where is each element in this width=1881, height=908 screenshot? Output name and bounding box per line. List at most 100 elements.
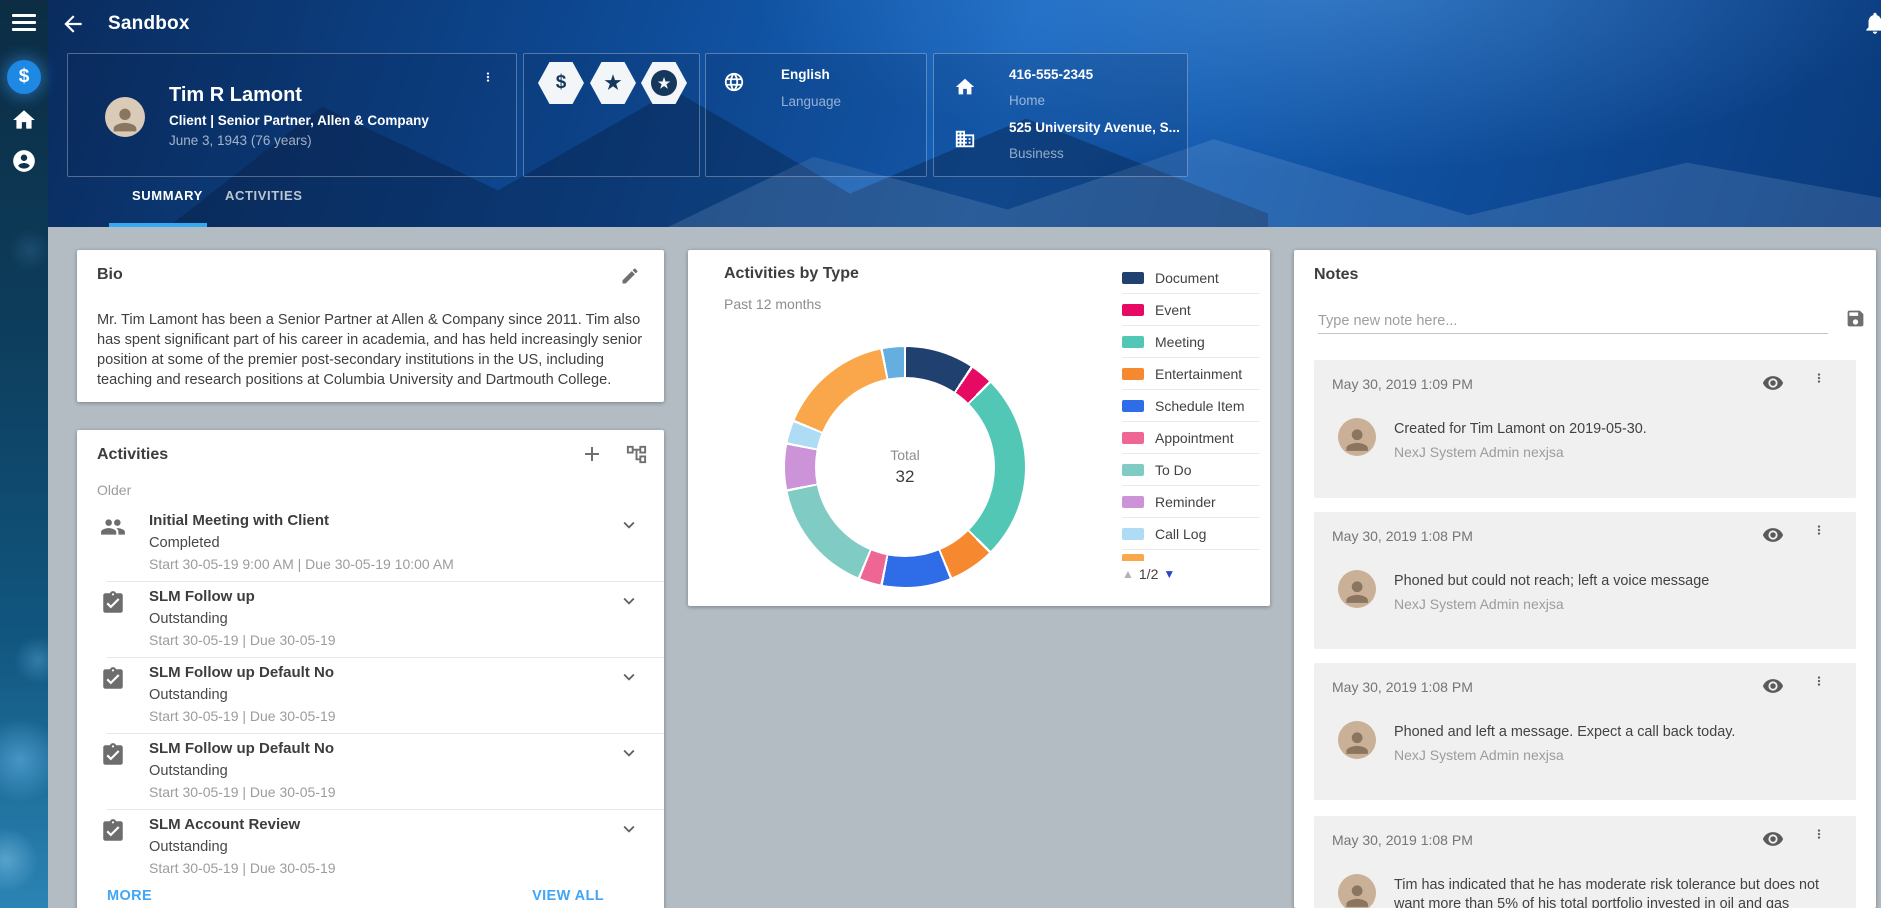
activity-title: SLM Follow up [149,588,255,605]
legend-page-down-icon[interactable]: ▼ [1163,567,1175,581]
save-note-icon[interactable] [1845,308,1866,329]
legend-item[interactable]: Event [1122,294,1260,326]
finance-nav-icon[interactable]: $ [7,60,41,94]
tab-activities[interactable]: ACTIVITIES [225,188,303,203]
note-author-avatar [1338,721,1376,759]
task-icon [100,742,126,768]
legend-item[interactable]: Document [1122,262,1260,294]
chevron-down-icon[interactable] [618,514,640,536]
legend-label: Appointment [1155,430,1234,446]
home-icon [954,76,976,98]
bio-card: Bio Mr. Tim Lamont has been a Senior Par… [77,250,664,402]
note-author: NexJ System Admin nexjsa [1394,444,1564,460]
donut-total-label: Total [890,447,920,463]
note-item: May 30, 2019 1:08 PM Tim has indicated t… [1314,816,1856,908]
note-kebab-menu-icon[interactable] [1812,371,1826,393]
legend-swatch [1122,528,1144,540]
address-value[interactable]: 525 University Avenue, S... [1009,120,1180,135]
visibility-eye-icon[interactable] [1762,675,1784,697]
notifications-bell-icon[interactable] [1862,10,1881,36]
hierarchy-tree-icon[interactable] [625,443,648,466]
phone-label: Home [1009,93,1045,108]
legend-label: Document [1155,270,1219,286]
note-author-avatar [1338,570,1376,608]
header-banner: Sandbox Tim R Lamont Client | Senior Par… [48,0,1881,227]
activity-row[interactable]: SLM Follow up Default No Outstanding Sta… [77,658,664,734]
more-button[interactable]: MORE [107,888,152,904]
activities-title: Activities [97,446,168,464]
legend-label: Schedule Item [1155,398,1245,414]
activity-title: SLM Follow up Default No [149,740,334,757]
note-timestamp: May 30, 2019 1:08 PM [1332,528,1473,544]
chevron-down-icon[interactable] [618,666,640,688]
note-author: NexJ System Admin nexjsa [1394,747,1564,763]
note-timestamp: May 30, 2019 1:09 PM [1332,376,1473,392]
new-note-input[interactable] [1318,308,1828,334]
note-author: NexJ System Admin nexjsa [1394,596,1564,612]
activity-status: Outstanding [149,763,228,779]
address-label: Business [1009,146,1064,161]
back-arrow-icon[interactable] [60,11,86,37]
chart-title: Activities by Type [724,265,859,283]
legend-item[interactable]: Meeting [1122,326,1260,358]
activity-title: SLM Follow up Default No [149,664,334,681]
legend-item[interactable]: Schedule Item [1122,390,1260,422]
activity-row[interactable]: SLM Follow up Outstanding Start 30-05-19… [77,582,664,658]
activity-row[interactable]: SLM Account Review Outstanding Start 30-… [77,810,664,886]
note-text: Phoned but could not reach; left a voice… [1394,572,1824,591]
note-kebab-menu-icon[interactable] [1812,523,1826,545]
donut-center: Total 32 [815,377,995,557]
activity-meta: Start 30-05-19 | Due 30-05-19 [149,708,336,724]
language-card: English Language [705,53,927,177]
legend-swatch [1122,368,1144,380]
seal-star-badge-icon[interactable]: ★ [641,62,687,104]
language-label: Language [781,94,841,109]
legend-label: Reminder [1155,494,1216,510]
contact-name: Tim R Lamont [169,84,302,107]
legend-item[interactable]: Appointment [1122,422,1260,454]
legend-page-indicator: 1/2 [1139,566,1158,582]
activity-row[interactable]: SLM Follow up Default No Outstanding Sta… [77,734,664,810]
bio-title: Bio [97,266,123,284]
legend-item[interactable]: Call Log [1122,518,1260,550]
edit-pencil-icon[interactable] [620,266,640,286]
activity-row[interactable]: Initial Meeting with Client Completed St… [77,506,664,582]
dollar-badge-icon[interactable]: $ [538,62,584,104]
note-kebab-menu-icon[interactable] [1812,827,1826,849]
chevron-down-icon[interactable] [618,742,640,764]
legend-page-up-icon[interactable]: ▲ [1122,567,1134,581]
legend-item[interactable]: Reminder [1122,486,1260,518]
menu-icon[interactable] [12,14,36,34]
home-nav-icon[interactable] [11,107,37,133]
bio-text: Mr. Tim Lamont has been a Senior Partner… [97,310,649,390]
chart-subtitle: Past 12 months [724,296,821,312]
star-badge-icon[interactable]: ★ [590,62,636,104]
left-nav-rail: $ [0,0,48,908]
visibility-eye-icon[interactable] [1762,372,1784,394]
activity-meta: Start 30-05-19 | Due 30-05-19 [149,860,336,876]
legend-item[interactable]: To Do [1122,454,1260,486]
activity-meta: Start 30-05-19 | Due 30-05-19 [149,784,336,800]
chevron-down-icon[interactable] [618,818,640,840]
visibility-eye-icon[interactable] [1762,828,1784,850]
note-timestamp: May 30, 2019 1:08 PM [1332,832,1473,848]
visibility-eye-icon[interactable] [1762,524,1784,546]
phone-number[interactable]: 416-555-2345 [1009,67,1093,82]
legend-item-clipped [1122,550,1260,561]
activity-meta: Start 30-05-19 | Due 30-05-19 [149,632,336,648]
legend-label: Call Log [1155,526,1206,542]
legend-swatch [1122,496,1144,508]
active-tab-indicator [109,223,207,227]
tab-summary[interactable]: SUMMARY [132,188,203,203]
contacts-nav-icon[interactable] [11,148,37,174]
view-all-button[interactable]: VIEW ALL [532,888,604,904]
note-text: Created for Tim Lamont on 2019-05-30. [1394,420,1824,439]
legend-item[interactable]: Entertainment [1122,358,1260,390]
note-kebab-menu-icon[interactable] [1812,674,1826,696]
top-app-bar: Sandbox [48,0,1881,48]
chevron-down-icon[interactable] [618,590,640,612]
add-activity-icon[interactable] [580,442,604,466]
legend-swatch [1122,464,1144,476]
note-author-avatar [1338,418,1376,456]
profile-kebab-menu-icon[interactable] [481,70,495,92]
